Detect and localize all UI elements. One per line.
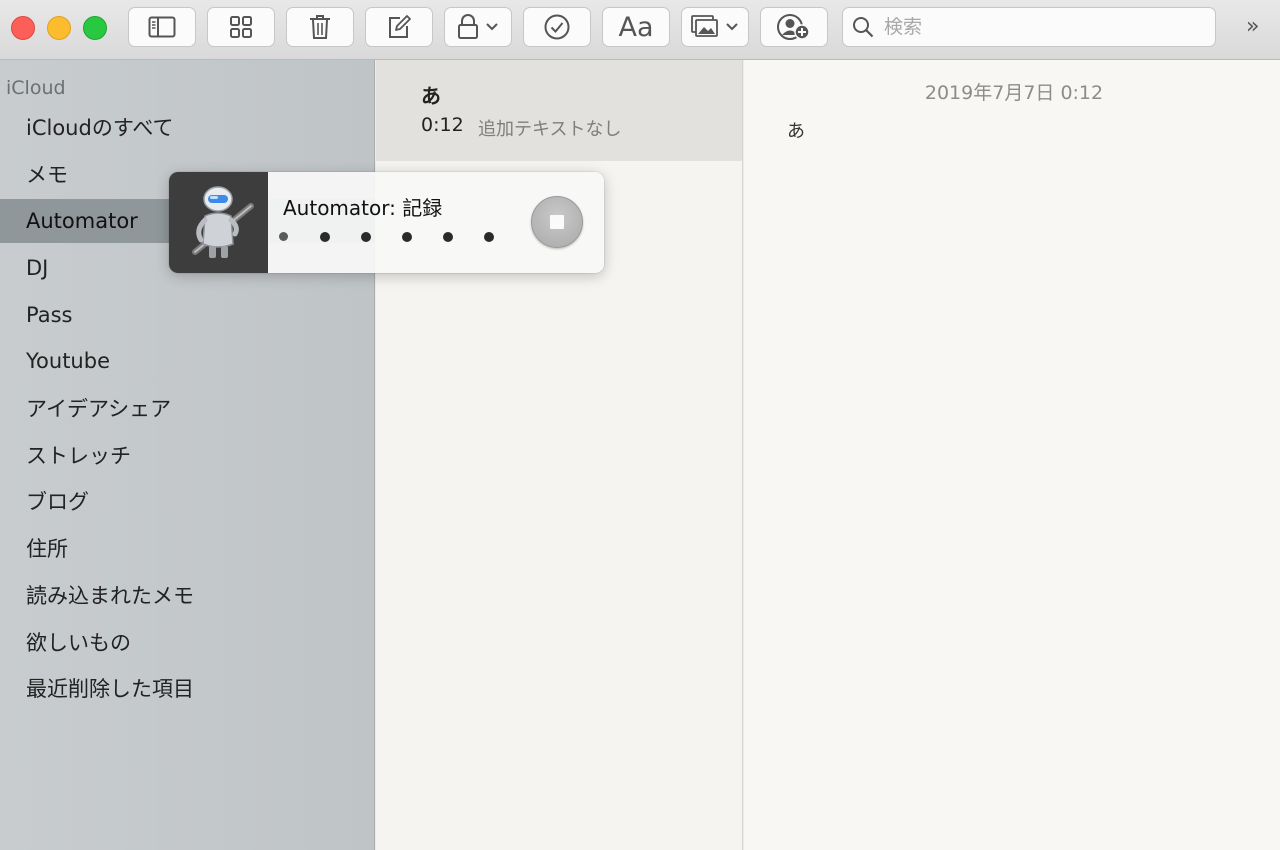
progress-dot bbox=[361, 232, 371, 242]
toolbar: Aa 検索 » bbox=[0, 0, 1280, 60]
checklist-icon bbox=[544, 14, 570, 40]
zoom-window-button[interactable] bbox=[83, 16, 107, 40]
automator-recording-hud: Automator: 記録 bbox=[169, 172, 604, 273]
chevron-down-icon bbox=[486, 23, 498, 31]
progress-dot bbox=[320, 232, 330, 242]
recording-progress-dots bbox=[277, 232, 502, 244]
note-editor[interactable]: 2019年7月7日 0:12 あ bbox=[744, 60, 1280, 850]
note-preview: 追加テキストなし bbox=[478, 119, 622, 140]
chevron-down-icon bbox=[726, 23, 738, 31]
sidebar-item-label: 最近削除した項目 bbox=[26, 677, 194, 701]
sidebar-item-label: Pass bbox=[26, 303, 73, 327]
sidebar-item-label: DJ bbox=[26, 256, 49, 280]
media-icon bbox=[691, 15, 718, 37]
toggle-sidebar-button[interactable] bbox=[128, 7, 196, 47]
lock-icon bbox=[458, 14, 478, 39]
minimize-window-button[interactable] bbox=[47, 16, 71, 40]
sidebar-item-recently-deleted[interactable]: 最近削除した項目 bbox=[0, 666, 375, 710]
sidebar-item-all-icloud[interactable]: iCloudのすべて bbox=[0, 105, 375, 149]
search-input[interactable] bbox=[882, 15, 1186, 39]
close-window-button[interactable] bbox=[11, 16, 35, 40]
search-field[interactable] bbox=[842, 7, 1216, 47]
checklist-button[interactable] bbox=[523, 7, 591, 47]
sidebar-item-label: ストレッチ bbox=[26, 444, 131, 468]
note-time: 0:12 bbox=[421, 114, 464, 136]
sidebar-item-label: 住所 bbox=[26, 537, 68, 561]
sidebar-item-address[interactable]: 住所 bbox=[0, 526, 375, 570]
progress-dot bbox=[402, 232, 412, 242]
trash-icon bbox=[310, 15, 330, 39]
sidebar-item-label: アイデアシェア bbox=[26, 397, 172, 421]
progress-dot bbox=[484, 232, 494, 242]
note-list-item[interactable]: あ 0:12 追加テキストなし bbox=[376, 60, 742, 161]
sidebar-item-label: iCloudのすべて bbox=[26, 116, 174, 140]
hud-title: Automator: 記録 bbox=[283, 196, 443, 220]
note-date: 2019年7月7日 0:12 bbox=[924, 82, 1104, 104]
sidebar-item-stretch[interactable]: ストレッチ bbox=[0, 433, 375, 477]
progress-dot bbox=[443, 232, 453, 242]
automator-robot-icon bbox=[192, 186, 254, 258]
add-people-icon bbox=[777, 14, 810, 40]
media-button[interactable] bbox=[681, 7, 749, 47]
format-button[interactable]: Aa bbox=[602, 7, 670, 47]
sidebar-item-label: 欲しいもの bbox=[26, 631, 131, 655]
compose-icon bbox=[389, 15, 411, 38]
stop-recording-button[interactable] bbox=[531, 196, 583, 248]
search-icon bbox=[853, 17, 874, 38]
format-icon: Aa bbox=[618, 11, 654, 43]
note-title: あ bbox=[421, 84, 441, 108]
delete-note-button[interactable] bbox=[286, 7, 354, 47]
sidebar-icon bbox=[148, 16, 176, 38]
notes-window: Aa 検索 » iCloud iCloudのすべて メモ Automator D… bbox=[0, 0, 1280, 850]
note-body-text[interactable]: あ bbox=[787, 117, 805, 143]
sidebar-item-youtube[interactable]: Youtube bbox=[0, 339, 375, 383]
sidebar-item-pass[interactable]: Pass bbox=[0, 293, 375, 337]
progress-dot bbox=[279, 232, 288, 241]
add-people-button[interactable] bbox=[760, 7, 828, 47]
sidebar-item-idea-share[interactable]: アイデアシェア bbox=[0, 386, 375, 430]
gallery-grid-icon bbox=[230, 16, 252, 38]
toolbar-overflow-button[interactable]: » bbox=[1246, 14, 1260, 39]
new-note-button[interactable] bbox=[365, 7, 433, 47]
sidebar-item-label: Youtube bbox=[26, 349, 110, 373]
gallery-view-button[interactable] bbox=[207, 7, 275, 47]
sidebar-item-blog[interactable]: ブログ bbox=[0, 479, 375, 523]
sidebar-item-imported-notes[interactable]: 読み込まれたメモ bbox=[0, 573, 375, 617]
stop-icon bbox=[550, 215, 564, 229]
lock-note-button[interactable] bbox=[444, 7, 512, 47]
sidebar-item-wishlist[interactable]: 欲しいもの bbox=[0, 620, 375, 664]
sidebar-item-label: メモ bbox=[26, 163, 68, 187]
automator-icon-panel bbox=[169, 172, 268, 273]
sidebar-item-label: 読み込まれたメモ bbox=[26, 584, 194, 608]
sidebar-item-label: ブログ bbox=[26, 490, 89, 514]
sidebar-item-label: Automator bbox=[26, 209, 138, 233]
sidebar-section-icloud: iCloud bbox=[6, 77, 66, 99]
